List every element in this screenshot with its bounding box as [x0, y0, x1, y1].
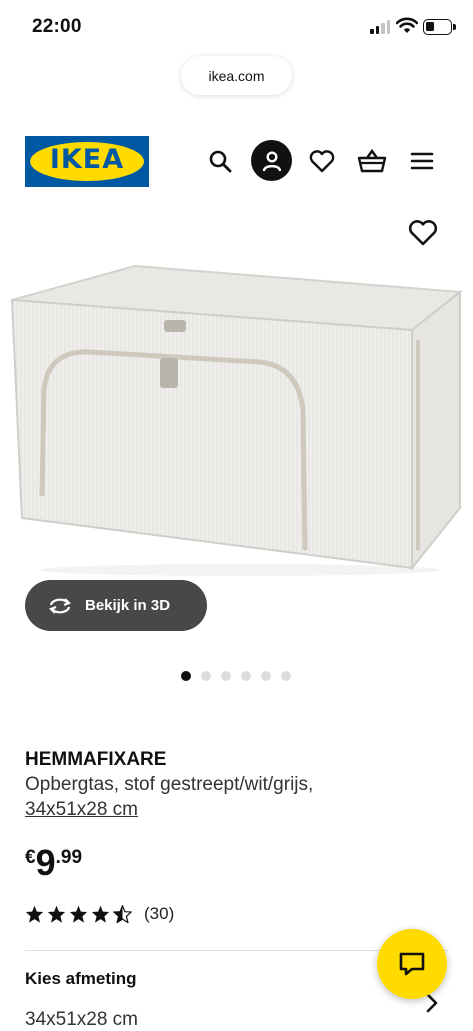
- price-currency: €: [25, 847, 36, 868]
- size-section-label: Kies afmeting: [25, 969, 137, 988]
- search-icon[interactable]: [206, 140, 234, 182]
- product-description: Opbergtas, stof gestreept/wit/grijs,: [25, 774, 314, 795]
- rotate-3d-icon: [49, 597, 71, 614]
- account-icon[interactable]: [251, 140, 292, 181]
- star-icon: [25, 905, 44, 923]
- carousel-dot[interactable]: [241, 671, 251, 681]
- price-integer: 9: [35, 842, 56, 883]
- wifi-icon: [396, 17, 418, 33]
- star-icon: [69, 905, 88, 923]
- basket-icon[interactable]: [356, 140, 388, 182]
- carousel-dot[interactable]: [261, 671, 271, 681]
- view-3d-label: Bekijk in 3D: [85, 597, 171, 614]
- product-price: € 9 .99: [25, 845, 82, 881]
- carousel-dot[interactable]: [221, 671, 231, 681]
- product-name: HEMMAFIXARE: [25, 749, 167, 770]
- view-3d-button[interactable]: Bekijk in 3D: [25, 580, 207, 631]
- favorite-heart-icon[interactable]: [408, 219, 438, 247]
- ikea-logo[interactable]: IKEA: [25, 136, 149, 187]
- carousel-dot[interactable]: [201, 671, 211, 681]
- url-bar[interactable]: ikea.com: [181, 56, 292, 95]
- chat-button[interactable]: [377, 929, 447, 999]
- carousel-dot[interactable]: [181, 671, 191, 681]
- price-decimal: .99: [55, 847, 83, 868]
- product-size-link[interactable]: 34x51x28 cm: [25, 799, 138, 821]
- chat-icon: [399, 952, 425, 976]
- carousel-indicator[interactable]: [181, 671, 291, 681]
- heart-icon[interactable]: [307, 140, 337, 182]
- status-bar: 22:00: [0, 0, 473, 56]
- review-count: (30): [144, 904, 175, 923]
- status-time: 22:00: [32, 16, 82, 37]
- selected-size[interactable]: 34x51x28 cm: [25, 1009, 138, 1031]
- signal-icon: [370, 20, 390, 34]
- battery-icon: [423, 19, 456, 35]
- product-image[interactable]: [0, 250, 473, 590]
- star-icon: [47, 905, 66, 923]
- carousel-dot[interactable]: [281, 671, 291, 681]
- menu-icon[interactable]: [408, 140, 436, 182]
- rating[interactable]: (30): [25, 904, 174, 924]
- half-star-icon: [113, 905, 132, 923]
- star-icon: [91, 905, 110, 923]
- chevron-right-icon[interactable]: [426, 993, 438, 1013]
